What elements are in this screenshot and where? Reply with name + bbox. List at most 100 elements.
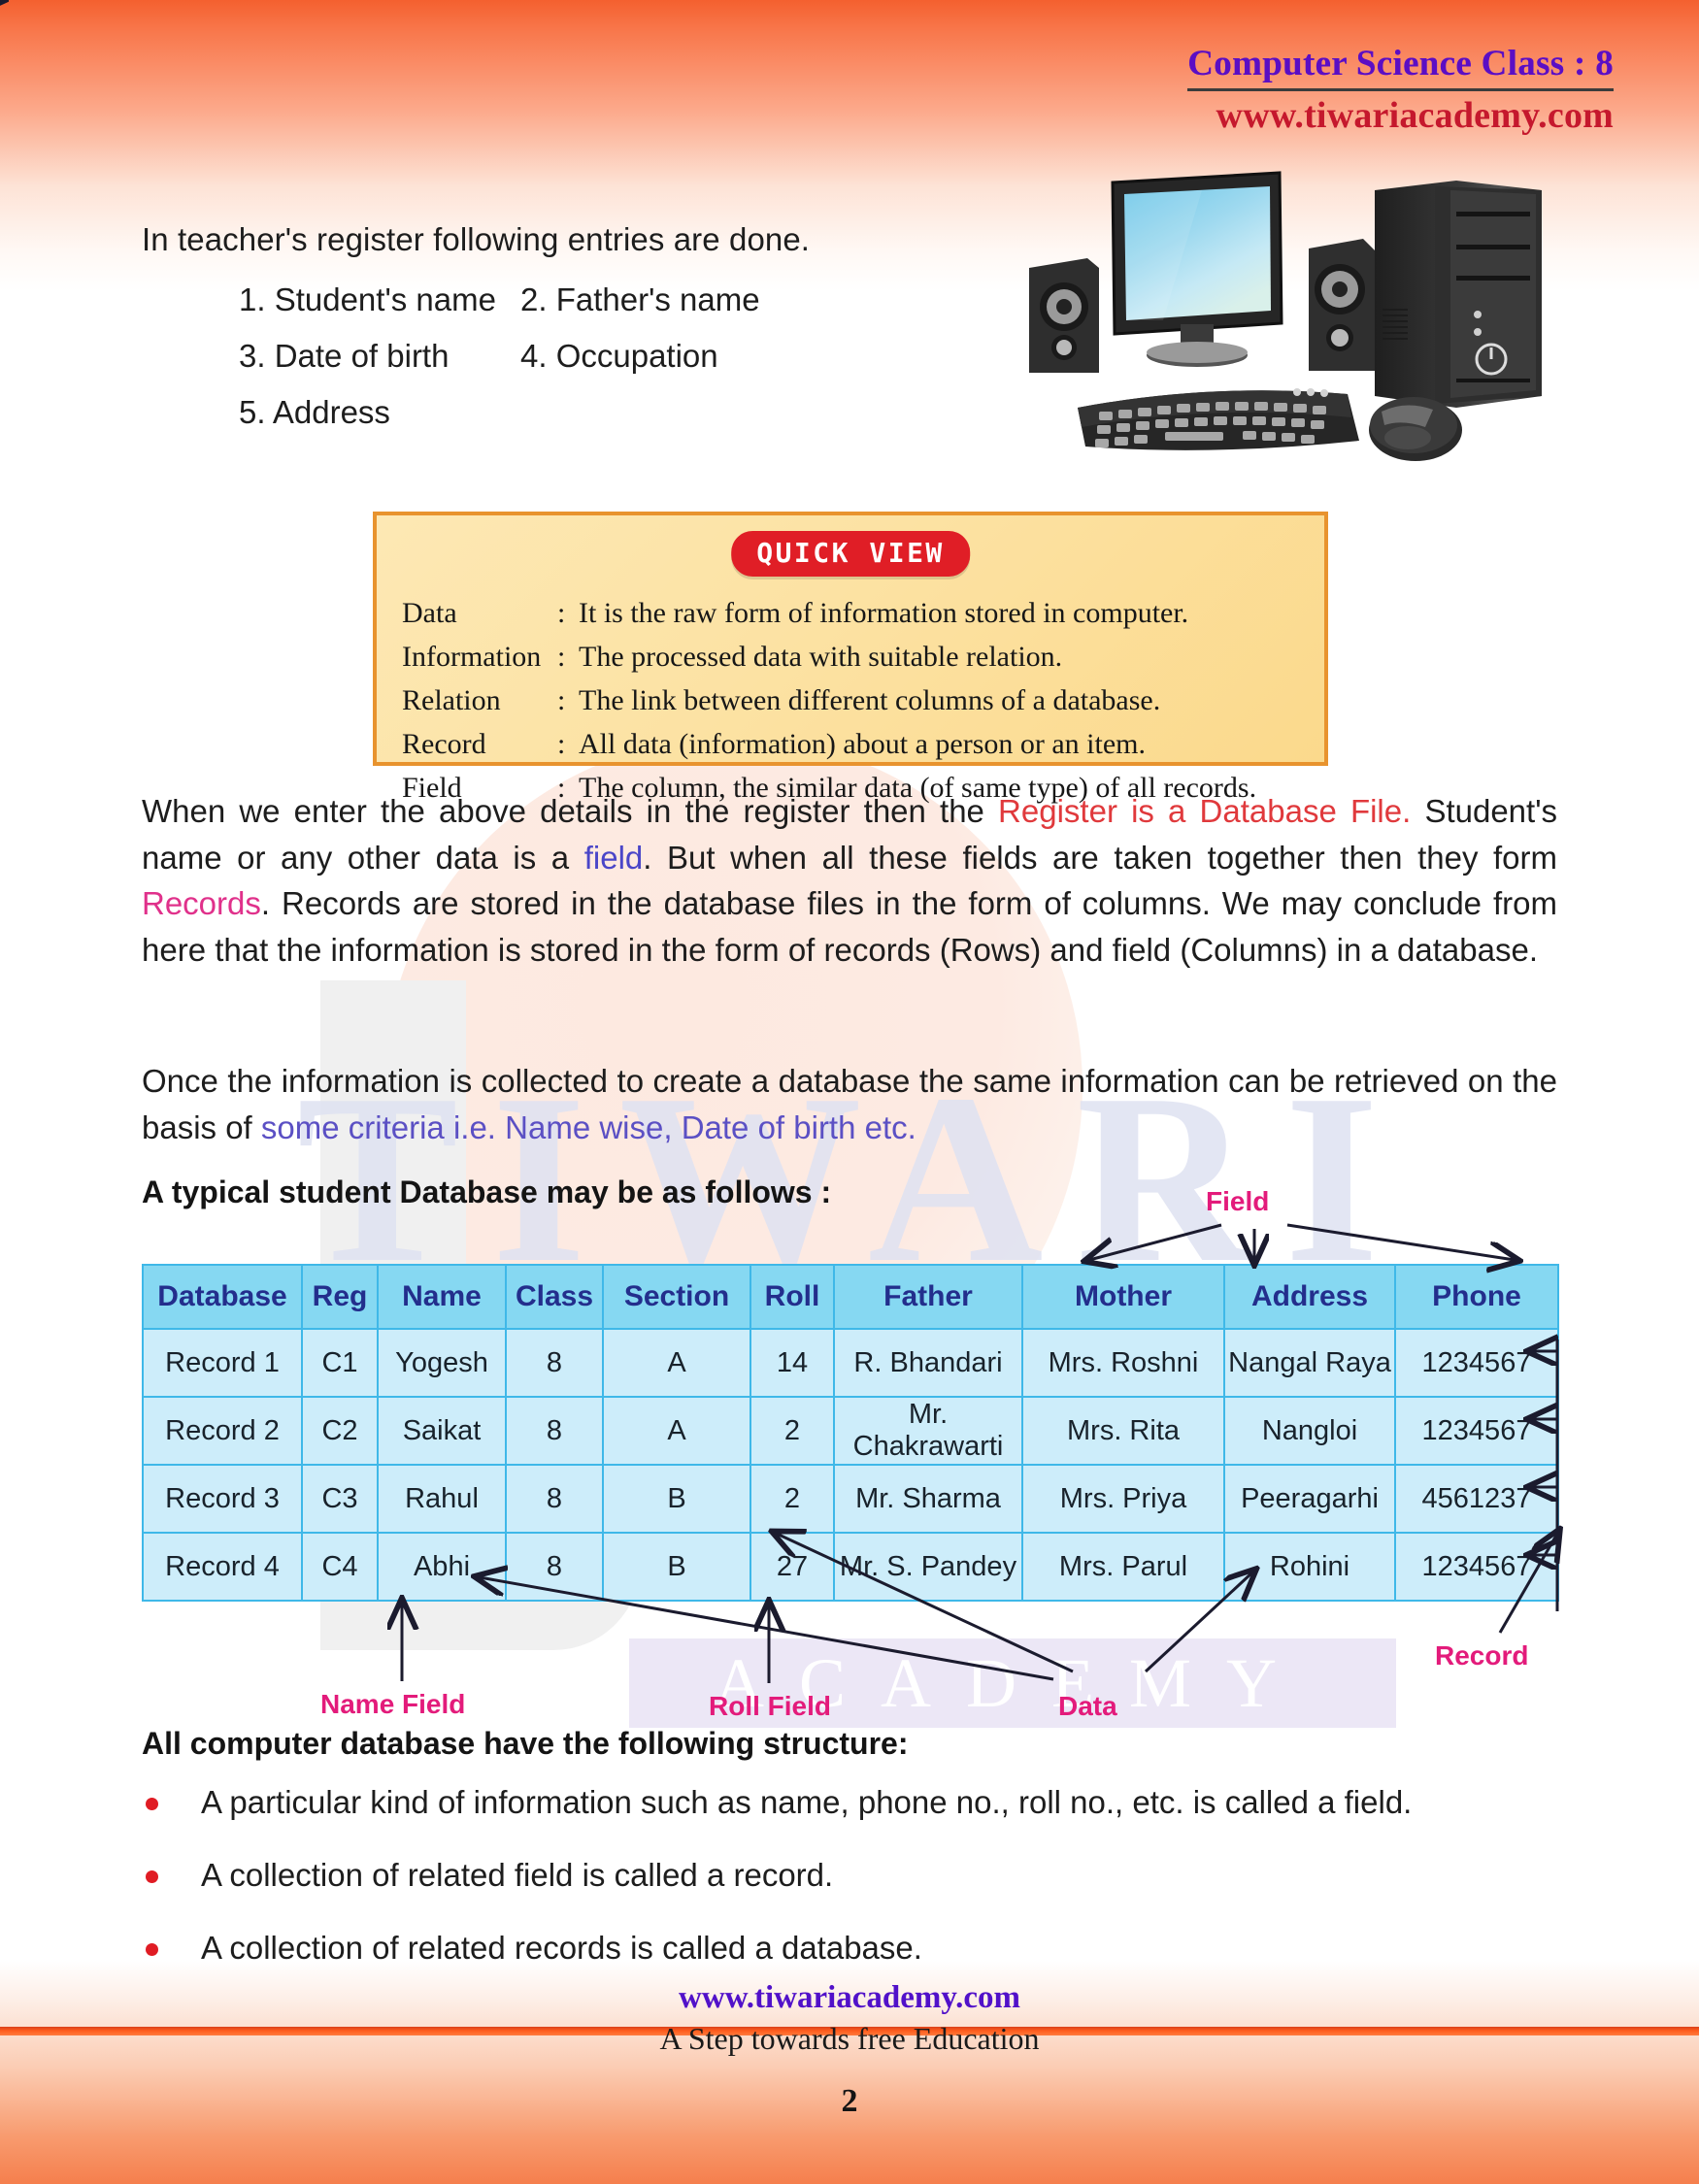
quick-view-badge: QUICK VIEW [731, 531, 970, 577]
cell-mother: Mrs. Priya [1021, 1464, 1225, 1534]
cell-section: B [602, 1532, 751, 1602]
qv-term: Relation [402, 684, 501, 716]
cell-father: Mr. Chakrawarti [833, 1396, 1023, 1466]
column-header-father: Father [833, 1264, 1023, 1330]
entry-item-2: 2. Father's name [520, 281, 760, 317]
cell-phone: 1234567 [1394, 1328, 1559, 1398]
cell-class: 8 [505, 1396, 604, 1466]
qv-definition: All data (information) about a person or… [579, 728, 1146, 760]
cell-mother: Mrs. Rita [1021, 1396, 1225, 1466]
cell-database: Record 3 [142, 1464, 303, 1534]
cell-roll: 27 [750, 1532, 835, 1602]
p1-highlight-field: field [583, 839, 644, 876]
qv-definition: The processed data with suitable relatio… [579, 641, 1063, 673]
page-header: Computer Science Class : 8 www.tiwariaca… [1187, 43, 1614, 137]
structure-heading: All computer database have the following… [142, 1726, 909, 1761]
cell-database: Record 2 [142, 1396, 303, 1466]
cell-phone: 4561237 [1394, 1464, 1559, 1534]
quick-view-row: Relation : The link between different co… [402, 678, 1307, 722]
cell-father: Mr. Sharma [833, 1464, 1023, 1534]
cell-name: Yogesh [377, 1328, 507, 1398]
cell-phone: 1234567 [1394, 1532, 1559, 1602]
paragraph-1: When we enter the above details in the r… [142, 788, 1557, 973]
entry-row: 1. Student's name 2. Father's name [239, 281, 1016, 318]
entry-item-3: 3. Date of birth [239, 338, 450, 374]
cell-section: A [602, 1396, 751, 1466]
p2-highlight-criteria: some criteria i.e. Name wise, Date of bi… [260, 1109, 916, 1145]
column-header-phone: Phone [1394, 1264, 1559, 1330]
qv-colon: : [557, 772, 566, 804]
cell-roll: 14 [750, 1328, 835, 1398]
qv-definition: It is the raw form of information stored… [579, 597, 1189, 629]
qv-colon: : [557, 728, 566, 760]
column-header-reg: Reg [301, 1264, 379, 1330]
cell-class: 8 [505, 1532, 604, 1602]
quick-view-row: Data : It is the raw form of information… [402, 591, 1307, 635]
structure-bullet-list: A particular kind of information such as… [142, 1784, 1569, 2002]
qv-colon: : [557, 684, 566, 716]
quick-view-row: Field : The column, the similar data (of… [402, 766, 1307, 810]
p1-highlight-records: Records [142, 885, 261, 922]
cell-address: Rohini [1223, 1532, 1396, 1602]
speaker-right-icon [1309, 239, 1375, 371]
monitor-icon [1111, 171, 1283, 367]
header-divider [1187, 88, 1614, 91]
bullet-dot-icon [146, 1798, 158, 1810]
cell-mother: Mrs. Parul [1021, 1532, 1225, 1602]
cell-address: Nangloi [1223, 1396, 1396, 1466]
list-item: A collection of related records is calle… [142, 1930, 1569, 1967]
annotation-record: Record [1435, 1640, 1529, 1671]
annotation-name-field: Name Field [320, 1689, 466, 1719]
column-header-name: Name [377, 1264, 507, 1330]
cell-father: R. Bhandari [833, 1328, 1023, 1398]
entry-item-5: 5. Address [239, 394, 390, 430]
annotation-data: Data [1058, 1691, 1117, 1721]
quick-view-row: Record : All data (information) about a … [402, 722, 1307, 766]
qv-term: Data [402, 597, 457, 629]
entry-row: 3. Date of birth 4. Occupation [239, 338, 1016, 375]
cell-database: Record 4 [142, 1532, 303, 1602]
qv-colon: : [557, 597, 566, 629]
table-row: Record 2 C2 Saikat 8 A 2 Mr. Chakrawarti… [142, 1396, 1559, 1466]
cell-database: Record 1 [142, 1328, 303, 1398]
cpu-tower-icon [1375, 181, 1542, 408]
header-title: Computer Science Class : 8 [1187, 44, 1614, 83]
cell-mother: Mrs. Roshni [1021, 1328, 1225, 1398]
quick-view-box: QUICK VIEW Data : It is the raw form of … [373, 512, 1328, 804]
cell-reg: C3 [301, 1464, 379, 1534]
footer-url: www.tiwariacademy.com [679, 1980, 1020, 2015]
column-header-class: Class [505, 1264, 604, 1330]
qv-term: Information [402, 641, 542, 673]
intro-line: In teacher's register following entries … [142, 221, 811, 257]
page-number: 2 [841, 2083, 858, 2119]
list-item: A particular kind of information such as… [142, 1784, 1569, 1821]
entry-item-4: 4. Occupation [520, 338, 718, 374]
header-url: www.tiwariacademy.com [1216, 95, 1614, 136]
qv-term: Field [402, 772, 462, 804]
cell-section: A [602, 1328, 751, 1398]
cell-name: Abhi [377, 1532, 507, 1602]
cell-roll: 2 [750, 1396, 835, 1466]
column-header-section: Section [602, 1264, 751, 1330]
column-header-roll: Roll [750, 1264, 835, 1330]
table-row: Record 1 C1 Yogesh 8 A 14 R. Bhandari Mr… [142, 1328, 1559, 1398]
p1-text-3: . But when all these fields are taken to… [643, 839, 1558, 876]
cell-section: B [602, 1464, 751, 1534]
cell-address: Peeragarhi [1223, 1464, 1396, 1534]
bullet-dot-icon [146, 1870, 158, 1883]
qv-definition: The link between different columns of a … [579, 684, 1161, 716]
annotation-field: Field [1206, 1186, 1270, 1216]
bullet-text: A collection of related field is called … [201, 1857, 834, 1893]
entry-row: 5. Address [239, 394, 1016, 431]
speaker-left-icon [1029, 258, 1099, 373]
cell-reg: C2 [301, 1396, 379, 1466]
cell-name: Saikat [377, 1396, 507, 1466]
cell-reg: C4 [301, 1532, 379, 1602]
bullet-text: A particular kind of information such as… [201, 1784, 1413, 1820]
qv-term: Record [402, 728, 486, 760]
column-header-mother: Mother [1021, 1264, 1225, 1330]
entry-item-1: 1. Student's name [239, 281, 496, 317]
bullet-text: A collection of related records is calle… [201, 1930, 922, 1966]
student-database-table-wrapper: Database Reg Name Class Section Roll Fat… [142, 1264, 1559, 1602]
annotation-roll-field: Roll Field [709, 1691, 831, 1721]
